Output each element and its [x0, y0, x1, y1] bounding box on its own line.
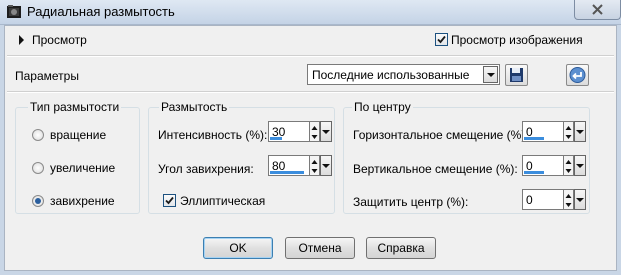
- radio-zoom[interactable]: [32, 162, 44, 174]
- preset-dropdown-arrow[interactable]: [483, 66, 498, 83]
- checkmark-icon: [437, 35, 446, 44]
- elliptical-checkbox[interactable]: [163, 194, 176, 207]
- checkmark-icon: [165, 196, 174, 205]
- close-icon: [592, 4, 603, 15]
- intensity-label: Интенсивность (%):: [158, 128, 268, 142]
- v-offset-spin-arrows[interactable]: [564, 155, 574, 176]
- twist-angle-level-bar: [270, 171, 304, 174]
- radio-twirl[interactable]: [32, 195, 44, 207]
- help-button[interactable]: Справка: [366, 237, 436, 259]
- h-offset-slider-dropdown[interactable]: [574, 121, 586, 142]
- cancel-button[interactable]: Отмена: [285, 237, 355, 259]
- image-preview-checkbox[interactable]: [435, 33, 448, 46]
- h-offset-input[interactable]: 0: [522, 121, 564, 142]
- center-group: По центру Горизонтальное смещение (%): 0…: [343, 100, 590, 214]
- save-icon: [510, 68, 523, 82]
- twist-angle-input[interactable]: 80: [268, 155, 310, 176]
- chevron-down-icon: [487, 73, 495, 77]
- preset-value: Последние использованные: [312, 68, 470, 82]
- preset-dropdown[interactable]: Последние использованные: [307, 64, 500, 85]
- expand-triangle-icon[interactable]: [19, 35, 24, 45]
- separator: [7, 91, 614, 93]
- preview-row[interactable]: Просмотр Просмотр изображения: [5, 26, 616, 54]
- protect-center-label: Защитить центр (%):: [353, 195, 469, 209]
- intensity-slider-dropdown[interactable]: [320, 121, 332, 142]
- h-offset-label: Горизонтальное смещение (%):: [353, 128, 529, 142]
- radio-selected-dot: [35, 198, 41, 204]
- center-title: По центру: [352, 100, 413, 114]
- intensity-input[interactable]: 30: [268, 121, 310, 142]
- radio-rotation[interactable]: [32, 129, 44, 141]
- spin-arrows-icon: [565, 160, 572, 173]
- intensity-level-bar: [270, 137, 282, 140]
- blur-type-group: Тип размытости вращение увеличение завих…: [15, 100, 140, 214]
- spin-arrows-icon: [311, 126, 318, 139]
- h-offset-spin-arrows[interactable]: [564, 121, 574, 142]
- protect-center-spin-arrows[interactable]: [564, 189, 574, 210]
- ok-button[interactable]: OK: [203, 237, 273, 259]
- spin-arrows-icon: [311, 160, 318, 173]
- app-icon: [7, 5, 21, 18]
- protect-center-slider-dropdown[interactable]: [574, 189, 586, 210]
- v-offset-input[interactable]: 0: [522, 155, 564, 176]
- intensity-spin-arrows[interactable]: [310, 121, 320, 142]
- chevron-down-icon: [576, 130, 584, 134]
- radio-zoom-label[interactable]: увеличение: [50, 161, 115, 175]
- dialog-client-area: Просмотр Просмотр изображения Параметры …: [4, 25, 617, 271]
- radio-twirl-label[interactable]: завихрение: [50, 194, 115, 208]
- reset-button[interactable]: [566, 64, 589, 86]
- h-offset-level-bar: [524, 137, 544, 140]
- chevron-down-icon: [576, 198, 584, 202]
- close-button[interactable]: [574, 0, 621, 20]
- v-offset-level-bar: [524, 171, 544, 174]
- window-title: Радиальная размытость: [27, 4, 175, 19]
- chevron-down-icon: [322, 164, 330, 168]
- protect-center-value: 0: [526, 193, 533, 207]
- separator: [7, 55, 614, 57]
- chevron-down-icon: [576, 164, 584, 168]
- image-preview-label[interactable]: Просмотр изображения: [451, 33, 583, 47]
- radio-rotation-label[interactable]: вращение: [50, 128, 106, 142]
- spin-arrows-icon: [565, 126, 572, 139]
- twist-angle-slider-dropdown[interactable]: [320, 155, 332, 176]
- blur-title: Размытость: [159, 100, 230, 114]
- v-offset-slider-dropdown[interactable]: [574, 155, 586, 176]
- blur-type-title: Тип размытости: [28, 100, 122, 114]
- title-bar: Радиальная размытость: [0, 0, 621, 25]
- v-offset-label: Вертикальное смещение (%):: [353, 162, 518, 176]
- preview-toggle-label[interactable]: Просмотр: [32, 33, 87, 47]
- save-preset-button[interactable]: [505, 64, 528, 86]
- blur-group: Размытость Интенсивность (%): 30 Угол за…: [148, 100, 335, 214]
- elliptical-label[interactable]: Эллиптическая: [180, 194, 265, 208]
- spin-arrows-icon: [565, 194, 572, 207]
- reset-icon: [569, 67, 586, 83]
- protect-center-input[interactable]: 0: [522, 189, 564, 210]
- twist-angle-spin-arrows[interactable]: [310, 155, 320, 176]
- twist-angle-label: Угол завихрения:: [158, 162, 254, 176]
- chevron-down-icon: [322, 130, 330, 134]
- params-label: Параметры: [15, 69, 79, 83]
